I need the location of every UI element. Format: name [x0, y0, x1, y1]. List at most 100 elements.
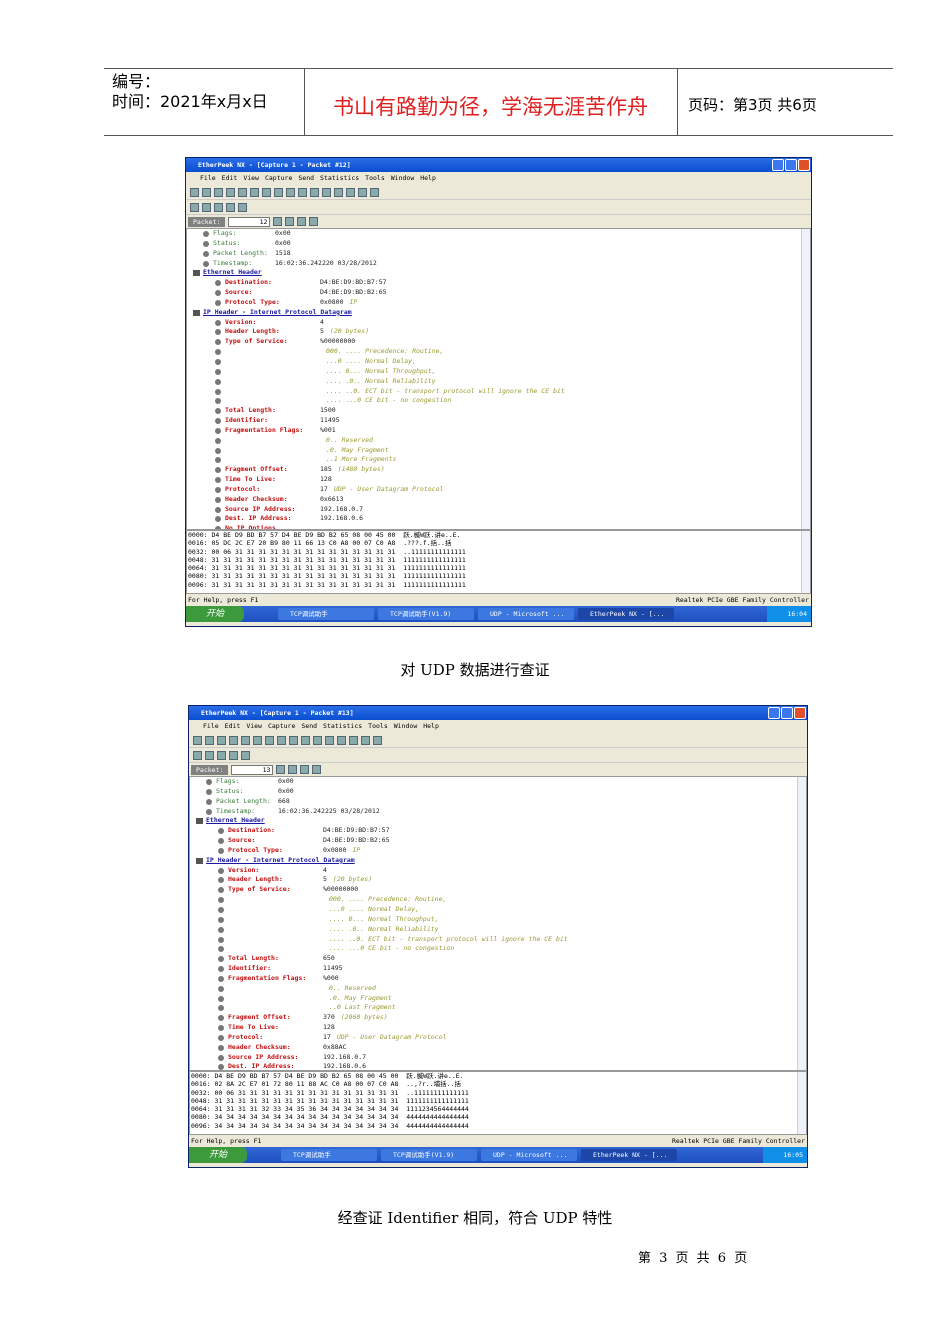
tree-row[interactable]: Header Length: 5 (20 bytes) — [187, 327, 810, 337]
taskbar-button[interactable]: EtherPeek NX - [... — [581, 1149, 677, 1161]
tree-row[interactable]: Timestamp: 16:02:36.242220 03/28/2012 — [187, 259, 810, 269]
close-button[interactable] — [794, 707, 806, 719]
menu-statistics[interactable]: Statistics — [320, 172, 359, 185]
menu-capture[interactable]: Capture — [265, 172, 292, 185]
hex-pane[interactable]: 0000: D4 BE D9 BD B7 57 D4 BE D9 BD B2 6… — [189, 1071, 807, 1135]
toolbar-button-icon[interactable] — [322, 187, 331, 197]
toolbar-button-icon[interactable] — [334, 187, 343, 197]
tree-row[interactable]: Time To Live: 128 — [190, 1023, 806, 1033]
tree-row[interactable]: .... ..0. ECT bit - transport protocol w… — [187, 387, 810, 397]
tree-row[interactable]: Packet Length: 1518 — [187, 249, 810, 259]
toolbar-button-icon[interactable] — [337, 735, 346, 745]
comment-icon[interactable] — [300, 765, 310, 774]
tree-row[interactable]: Identifier: 11495 — [187, 416, 810, 426]
tree-row[interactable]: Protocol: 17 UDP - User Datagram Protocol — [187, 485, 810, 495]
tree-row[interactable]: ...0 .... Normal Delay, — [190, 905, 806, 915]
taskbar-button[interactable]: TCP调试助手 — [278, 608, 374, 620]
vertical-scrollbar[interactable] — [801, 531, 810, 593]
close-packet-icon[interactable] — [276, 765, 286, 774]
search-icon[interactable] — [241, 750, 250, 760]
tree-row[interactable]: Protocol Type: 0x0800 IP — [190, 846, 806, 856]
toolbar-button-icon[interactable] — [193, 735, 202, 745]
maximize-button[interactable] — [781, 707, 793, 719]
tree-row[interactable]: ..1 More Fragments — [187, 455, 810, 465]
toolbar-button-icon[interactable] — [361, 735, 370, 745]
tree-row[interactable]: .... ...0 CE bit - no congestion — [190, 944, 806, 954]
vertical-scrollbar[interactable] — [797, 1072, 806, 1134]
toolbar-button-icon[interactable] — [349, 735, 358, 745]
packet-icon[interactable] — [285, 217, 295, 226]
tree-row[interactable]: Fragmentation Flags: %000 — [190, 974, 806, 984]
tree-row[interactable]: Source: D4:BE:D9:BD:B2:65 — [190, 836, 806, 846]
minimize-button[interactable] — [768, 707, 780, 719]
decode-view-icon[interactable] — [217, 750, 226, 760]
menu-capture[interactable]: Capture — [268, 720, 295, 733]
toolbar-button-icon[interactable] — [310, 187, 319, 197]
menu-tools[interactable]: Tools — [365, 172, 385, 185]
toolbar-button-icon[interactable] — [298, 187, 307, 197]
decode-view-icon[interactable] — [214, 202, 223, 212]
toolbar-button-icon[interactable] — [241, 735, 250, 745]
menu-file[interactable]: File — [200, 172, 216, 185]
menu-help[interactable]: Help — [420, 172, 436, 185]
tree-row[interactable]: Status: 0x00 — [187, 239, 810, 249]
tree-row[interactable]: .0. May Fragment — [190, 994, 806, 1004]
menu-help[interactable]: Help — [423, 720, 439, 733]
forward-arrow-icon[interactable] — [202, 202, 211, 212]
tree-row[interactable]: IP Header - Internet Protocol Datagram — [190, 856, 806, 866]
hex-view-icon[interactable] — [229, 750, 238, 760]
tree-row[interactable]: Version: 4 — [187, 318, 810, 328]
close-button[interactable] — [798, 159, 810, 171]
toolbar-button-icon[interactable] — [358, 187, 367, 197]
tree-row[interactable]: Source: D4:BE:D9:BD:B2:65 — [187, 288, 810, 298]
tree-row[interactable]: Ethernet Header — [187, 268, 810, 278]
toolbar-button-icon[interactable] — [289, 735, 298, 745]
tree-row[interactable]: Destination: D4:BE:D9:BD:B7:57 — [187, 278, 810, 288]
tree-row[interactable]: Fragment Offset: 370 (2960 bytes) — [190, 1013, 806, 1023]
toolbar-button-icon[interactable] — [274, 187, 283, 197]
toolbar-button-icon[interactable] — [265, 735, 274, 745]
tree-row[interactable]: 000. .... Precedence: Routine, — [187, 347, 810, 357]
tree-row[interactable]: .0. May Fragment — [187, 446, 810, 456]
menu-window[interactable]: Window — [391, 172, 414, 185]
hex-view-icon[interactable] — [226, 202, 235, 212]
minimize-button[interactable] — [772, 159, 784, 171]
tree-row[interactable]: Source IP Address: 192.168.0.7 — [187, 505, 810, 515]
decode-tree[interactable]: Flags: 0x00 Status: 0x00 Packet Length: 668 Ti… — [189, 776, 807, 1071]
tree-row[interactable]: Header Length: 5 (20 bytes) — [190, 875, 806, 885]
taskbar-button[interactable]: TCP调试助手(V1.9) — [378, 608, 474, 620]
toolbar-button-icon[interactable] — [373, 735, 382, 745]
hex-pane[interactable]: 0000: D4 BE D9 BD B7 57 D4 BE D9 BD B2 6… — [186, 530, 811, 594]
tree-row[interactable]: Flags: 0x00 — [187, 229, 810, 239]
menu-statistics[interactable]: Statistics — [323, 720, 362, 733]
menu-window[interactable]: Window — [394, 720, 417, 733]
toolbar-button-icon[interactable] — [262, 187, 271, 197]
menu-send[interactable]: Send — [298, 172, 314, 185]
tree-row[interactable]: Source IP Address: 192.168.0.7 — [190, 1053, 806, 1063]
toolbar-button-icon[interactable] — [277, 735, 286, 745]
tree-row[interactable]: Packet Length: 668 — [190, 797, 806, 807]
tree-row[interactable]: Header Checksum: 0x6613 — [187, 495, 810, 505]
start-button[interactable]: 开始 — [186, 606, 244, 622]
toolbar-button-icon[interactable] — [205, 735, 214, 745]
menu-edit[interactable]: Edit — [225, 720, 241, 733]
tree-row[interactable]: Time To Live: 128 — [187, 475, 810, 485]
tree-row[interactable]: Total Length: 1500 — [187, 406, 810, 416]
maximize-button[interactable] — [785, 159, 797, 171]
packet-number-input[interactable]: 13 — [231, 764, 274, 775]
tree-row[interactable]: IP Header - Internet Protocol Datagram — [187, 308, 810, 318]
back-arrow-icon[interactable] — [193, 750, 202, 760]
menu-view[interactable]: View — [243, 172, 259, 185]
menu-send[interactable]: Send — [301, 720, 317, 733]
tree-row[interactable]: Protocol: 17 UDP - User Datagram Protocol — [190, 1033, 806, 1043]
toolbar-button-icon[interactable] — [214, 187, 223, 197]
taskbar-button[interactable]: TCP调试助手(V1.9) — [381, 1149, 477, 1161]
tree-row[interactable]: .... ...0 CE bit - no congestion — [187, 396, 810, 406]
toolbar-button-icon[interactable] — [325, 735, 334, 745]
tree-row[interactable]: Timestamp: 16:02:36.242225 03/28/2012 — [190, 807, 806, 817]
toolbar-button-icon[interactable] — [190, 187, 199, 197]
tree-row[interactable]: Header Checksum: 0x88AC — [190, 1043, 806, 1053]
toolbar-button-icon[interactable] — [226, 187, 235, 197]
toolbar-button-icon[interactable] — [301, 735, 310, 745]
tree-row[interactable]: Fragmentation Flags: %001 — [187, 426, 810, 436]
